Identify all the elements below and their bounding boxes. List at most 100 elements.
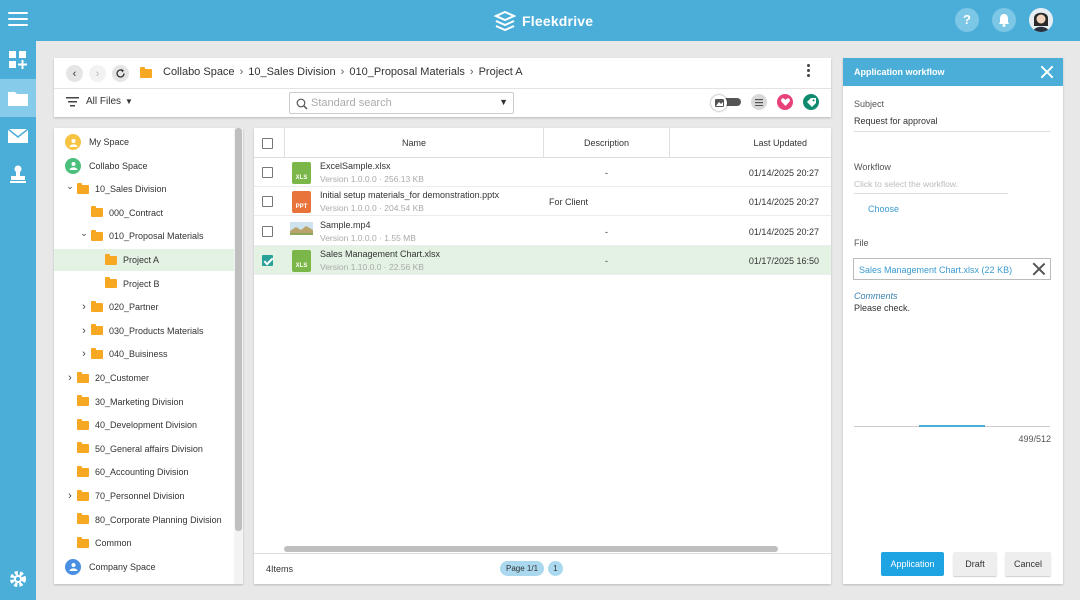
search-input[interactable] [311, 96, 491, 110]
tree-item-label: Company Space [89, 561, 156, 572]
workflow-select-field[interactable]: Click to select the workflow. [854, 179, 958, 189]
forward-icon[interactable]: › [89, 65, 106, 82]
breadcrumb-separator: › [239, 66, 244, 78]
xls-file-icon: XLS [292, 162, 311, 184]
tree-item[interactable]: Company Space [54, 556, 234, 578]
brand-name: Fleekdrive [522, 13, 594, 29]
brand-logo: Fleekdrive [494, 9, 593, 33]
remove-file-icon[interactable] [1032, 262, 1046, 276]
search-options-chevron-icon[interactable]: ▼ [499, 97, 508, 107]
comments-textarea[interactable]: Please check. [854, 303, 910, 313]
search-box: ▼ [289, 92, 514, 114]
tree-item[interactable]: ⌄ 010_Proposal Materials [54, 225, 234, 247]
folder-icon[interactable] [0, 79, 36, 117]
table-row[interactable]: PPT Initial setup materials_for demonstra… [254, 187, 831, 217]
chevron-down-icon[interactable]: ⌄ [66, 181, 74, 192]
tree-item[interactable]: 40_Development Division [54, 414, 234, 436]
file-name[interactable]: ExcelSample.xlsx [320, 161, 391, 171]
draft-button[interactable]: Draft [953, 552, 997, 576]
divider [54, 88, 831, 89]
page-number-button[interactable]: 1 [548, 561, 563, 576]
file-name[interactable]: Initial setup materials_for demonstratio… [320, 190, 499, 200]
chevron-right-icon[interactable]: › [80, 348, 88, 360]
tree-item[interactable]: › 040_Buisiness [54, 343, 234, 365]
dashboard-add-icon[interactable] [0, 41, 36, 79]
file-name[interactable]: Sample.mp4 [320, 220, 371, 230]
cancel-button[interactable]: Cancel [1005, 552, 1051, 576]
tree-item[interactable]: Collabo Space [54, 155, 234, 177]
column-header-description[interactable]: Description [544, 138, 669, 148]
tree-item[interactable]: › 20_Customer [54, 367, 234, 389]
hamburger-menu-icon[interactable] [8, 12, 28, 30]
table-row[interactable]: Sample.mp4 Version 1.0.0.0 · 1.55 MB - 01/1… [254, 217, 831, 246]
table-row[interactable]: XLS Sales Management Chart.xlsx Version 1.… [254, 245, 831, 275]
approval-stamp-icon[interactable] [0, 155, 36, 193]
file-description: For Client [549, 197, 589, 208]
row-checkbox[interactable] [262, 225, 273, 237]
tree-scrollbar[interactable] [234, 128, 243, 584]
column-header-last-updated[interactable]: Last Updated [753, 138, 807, 148]
user-avatar[interactable] [1029, 8, 1053, 32]
tree-item-label: Project B [123, 278, 160, 289]
tree-item[interactable]: 30_Marketing Division [54, 391, 234, 413]
tag-icon[interactable] [803, 94, 819, 110]
file-name[interactable]: Sales Management Chart.xlsx [320, 249, 440, 259]
character-counter: 499/512 [1018, 434, 1051, 444]
breadcrumb-item[interactable]: 10_Sales Division [248, 66, 335, 78]
select-all-checkbox[interactable] [262, 138, 273, 149]
close-icon[interactable] [1040, 65, 1054, 79]
tree-item[interactable]: › 70_Personnel Division [54, 485, 234, 507]
file-filter-dropdown[interactable]: All Files ▼ [66, 96, 133, 107]
filter-label: All Files [86, 96, 122, 107]
column-header-name[interactable]: Name [284, 138, 544, 148]
tree-item-label: 020_Partner [109, 302, 159, 313]
application-button[interactable]: Application [881, 552, 944, 576]
comments-label: Comments [854, 291, 898, 301]
thumbnail-view-toggle[interactable] [711, 95, 741, 111]
back-icon[interactable]: ‹ [66, 65, 83, 82]
row-checkbox[interactable] [262, 167, 273, 178]
chevron-right-icon[interactable]: › [80, 325, 88, 337]
chevron-down-icon[interactable]: ⌄ [80, 228, 88, 239]
folder-icon [77, 465, 89, 477]
tree-item-label: 70_Personnel Division [95, 491, 185, 501]
tree-item[interactable]: Project B [54, 273, 234, 295]
tree-item-label: Common [95, 538, 132, 549]
help-icon[interactable]: ? [955, 8, 979, 32]
tree-item[interactable]: 80_Corporate Planning Division [54, 509, 234, 531]
more-options-icon[interactable] [805, 64, 811, 77]
folder-icon [91, 206, 103, 218]
video-thumbnail-icon [290, 221, 313, 238]
tree-item[interactable]: 50_General affairs Division [54, 438, 234, 460]
tree-item-label: Collabo Space [89, 160, 148, 171]
tree-item[interactable]: › 030_Products Materials [54, 320, 234, 342]
mail-icon[interactable] [0, 117, 36, 155]
tree-item-label: 50_General affairs Division [95, 443, 203, 454]
breadcrumb-item[interactable]: Collabo Space [163, 66, 235, 78]
choose-workflow-link[interactable]: Choose [868, 204, 899, 214]
tree-item[interactable]: 60_Accounting Division [54, 461, 234, 483]
table-row[interactable]: XLS ExcelSample.xlsx Version 1.0.0.0 · 256… [254, 158, 831, 187]
breadcrumb-item[interactable]: Project A [479, 66, 523, 78]
tree-item[interactable]: Common [54, 532, 234, 554]
refresh-icon[interactable] [112, 65, 129, 82]
favorite-heart-icon[interactable] [777, 94, 793, 110]
horizontal-scrollbar[interactable] [284, 546, 778, 552]
tree-item[interactable]: Project A [54, 249, 234, 271]
tree-item[interactable]: My Space [54, 131, 234, 153]
breadcrumb-item[interactable]: 010_Proposal Materials [349, 66, 465, 78]
bell-icon[interactable] [992, 8, 1016, 32]
tree-item[interactable]: 000_Contract [54, 202, 234, 224]
attached-file-name[interactable]: Sales Management Chart.xlsx (22 KB) [859, 265, 1012, 275]
space-icon [65, 558, 81, 575]
chevron-right-icon[interactable]: › [66, 372, 74, 384]
row-checkbox[interactable] [262, 196, 273, 208]
chevron-right-icon[interactable]: › [66, 490, 74, 502]
gear-icon[interactable] [0, 564, 36, 594]
chevron-right-icon[interactable]: › [80, 301, 88, 313]
tree-item[interactable]: ⌄ 10_Sales Division [54, 178, 234, 200]
tree-item[interactable]: › 020_Partner [54, 296, 234, 318]
row-checkbox[interactable] [262, 254, 273, 266]
list-view-icon[interactable] [751, 94, 767, 110]
subject-field[interactable]: Request for approval [854, 116, 938, 126]
